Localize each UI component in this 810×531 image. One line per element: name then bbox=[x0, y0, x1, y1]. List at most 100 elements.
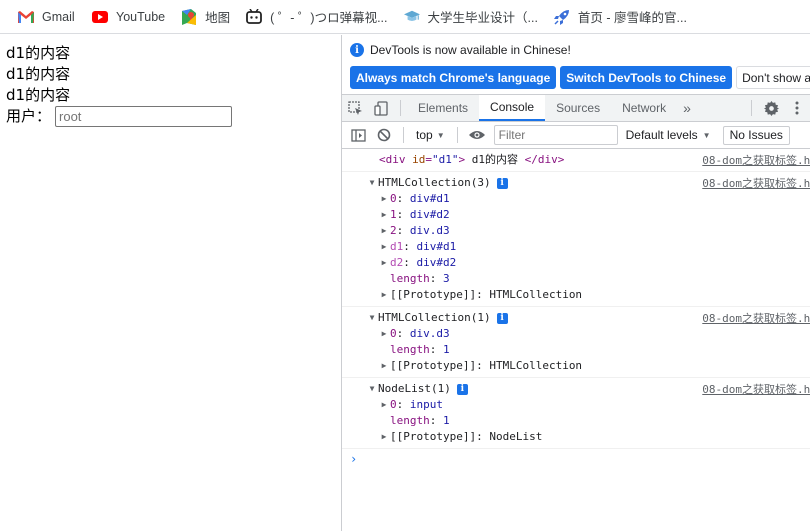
collapsed-triangle-icon: ▶ bbox=[381, 210, 387, 219]
infobar-message: i DevTools is now available in Chinese! bbox=[350, 41, 810, 59]
bookmark-graduation[interactable]: 大学生毕业设计（... bbox=[398, 5, 544, 29]
user-input[interactable] bbox=[55, 106, 233, 127]
colon: : bbox=[403, 240, 417, 253]
property-key: 0 bbox=[390, 327, 397, 340]
console-message: ▼ HTMLCollection(1) i ▶ 0: div.d3 length: 1… bbox=[342, 307, 810, 378]
clear-console-icon[interactable] bbox=[371, 122, 397, 148]
maps-icon bbox=[181, 8, 197, 25]
collapsed-triangle-icon: ▶ bbox=[381, 400, 387, 409]
kebab-menu-icon[interactable] bbox=[784, 95, 810, 121]
filter-input[interactable] bbox=[493, 125, 618, 145]
colon: : bbox=[403, 256, 417, 269]
property-key: 0 bbox=[390, 398, 397, 411]
bookmark-maps[interactable]: 地图 bbox=[175, 5, 236, 29]
colon: : bbox=[396, 208, 410, 221]
object-type: HTMLCollection(3) bbox=[378, 176, 491, 189]
property-key: [[Prototype]] bbox=[390, 430, 477, 443]
graduation-icon bbox=[403, 9, 420, 25]
log-levels-dropdown[interactable]: Default levels ▼ bbox=[626, 128, 711, 142]
youtube-icon bbox=[92, 9, 108, 25]
always-match-language-button[interactable]: Always match Chrome's language bbox=[350, 66, 557, 89]
bookmark-label: YouTube bbox=[116, 9, 166, 24]
object-property[interactable]: ▶ d1: div#d1 bbox=[366, 239, 810, 255]
devtools-tabbar: Elements Console Sources Network » bbox=[342, 95, 810, 122]
gmail-icon bbox=[18, 9, 34, 25]
object-prototype[interactable]: ▶ [[Prototype]]: NodeList bbox=[366, 429, 810, 445]
bookmark-bilibili[interactable]: ( ゜- ゜)つロ弹幕视... bbox=[240, 5, 393, 29]
property-value: div#d1 bbox=[416, 240, 457, 253]
property-key: 0 bbox=[390, 192, 397, 205]
property-value: HTMLCollection bbox=[489, 359, 583, 372]
more-tabs-icon[interactable]: » bbox=[677, 100, 697, 116]
source-link[interactable]: 08-dom之获取标签.html:49 bbox=[702, 381, 810, 397]
log-levels-label: Default levels bbox=[625, 128, 698, 142]
attr-value: "d1" bbox=[432, 153, 459, 166]
prompt-chevron-icon: › bbox=[350, 452, 358, 466]
expanded-triangle-icon: ▼ bbox=[369, 384, 375, 393]
toolbar-divider bbox=[751, 100, 752, 116]
rocket-icon bbox=[553, 9, 570, 25]
object-property[interactable]: ▶ 0: div#d1 bbox=[366, 191, 810, 207]
source-link[interactable]: 08-dom之获取标签.html:41 bbox=[702, 175, 810, 191]
object-property[interactable]: ▶ 0: div.d3 bbox=[366, 326, 810, 342]
div-d3-text: d1的内容 bbox=[6, 86, 71, 104]
bookmarks-bar: Gmail YouTube 地图 ( ゜- ゜)つロ弹幕视... 大学生毕业设计… bbox=[0, 0, 810, 34]
switch-to-chinese-button[interactable]: Switch DevTools to Chinese bbox=[560, 66, 733, 89]
object-property[interactable]: ▶ 1: div#d2 bbox=[366, 207, 810, 223]
toolbar-divider bbox=[456, 127, 458, 143]
console-prompt[interactable]: › bbox=[342, 449, 810, 469]
toolbar-divider bbox=[400, 100, 401, 116]
info-icon: i bbox=[456, 383, 468, 395]
colon: : bbox=[429, 343, 443, 356]
show-sidebar-icon[interactable] bbox=[345, 122, 371, 148]
devtools-infobar: i DevTools is now available in Chinese! … bbox=[342, 35, 810, 95]
bilibili-icon bbox=[246, 9, 263, 25]
object-property[interactable]: ▶ d2: div#d2 bbox=[366, 255, 810, 271]
object-prototype[interactable]: ▶ [[Prototype]]: HTMLCollection bbox=[366, 287, 810, 303]
object-property[interactable]: ▶ 2: div.d3 bbox=[366, 223, 810, 239]
tab-network[interactable]: Network bbox=[611, 95, 677, 121]
colon: : bbox=[429, 272, 443, 285]
bookmark-liaoxuefeng[interactable]: 首页 - 廖雪峰的官... bbox=[548, 5, 693, 29]
bookmark-label: ( ゜- ゜)つロ弹幕视... bbox=[270, 11, 388, 25]
property-key: length bbox=[390, 414, 430, 427]
bookmark-label: Gmail bbox=[42, 9, 75, 24]
object-length: length: 3 bbox=[366, 271, 810, 287]
property-value: div.d3 bbox=[409, 224, 450, 237]
context-selector[interactable]: top ▼ bbox=[410, 128, 451, 142]
source-link[interactable]: 08-dom之获取标签.html:45 bbox=[702, 310, 810, 326]
property-value: div#d1 bbox=[409, 192, 450, 205]
caret-down-icon: ▼ bbox=[436, 130, 445, 140]
tab-console[interactable]: Console bbox=[479, 95, 546, 121]
bookmark-youtube[interactable]: YouTube bbox=[86, 5, 171, 29]
object-property[interactable]: ▶ 0: input bbox=[366, 397, 810, 413]
inspect-element-icon[interactable] bbox=[342, 95, 368, 121]
tag-end: </div> bbox=[524, 153, 565, 166]
colon: : bbox=[476, 430, 490, 443]
property-key: [[Prototype]] bbox=[390, 288, 477, 301]
property-value: input bbox=[409, 398, 443, 411]
colon: : bbox=[476, 288, 490, 301]
bookmark-gmail[interactable]: Gmail bbox=[12, 5, 82, 29]
collapsed-triangle-icon: ▶ bbox=[381, 329, 387, 338]
caret-down-icon: ▼ bbox=[702, 130, 711, 140]
tab-sources[interactable]: Sources bbox=[545, 95, 611, 121]
property-key: length bbox=[390, 343, 430, 356]
colon: : bbox=[396, 327, 410, 340]
colon: : bbox=[476, 359, 490, 372]
device-toolbar-icon[interactable] bbox=[368, 95, 394, 121]
dont-show-again-button[interactable]: Don't show again bbox=[736, 66, 810, 89]
info-icon: i bbox=[350, 43, 364, 57]
attr-equals: = bbox=[425, 153, 432, 166]
object-length: length: 1 bbox=[366, 342, 810, 358]
issues-button[interactable]: No Issues bbox=[722, 125, 790, 145]
object-type: HTMLCollection(1) bbox=[378, 311, 491, 324]
eye-icon[interactable] bbox=[464, 122, 490, 148]
tag-open: <div bbox=[379, 153, 406, 166]
toolbar-divider bbox=[403, 127, 404, 143]
infobar-buttons: Always match Chrome's language Switch De… bbox=[350, 66, 810, 89]
source-link[interactable]: 08-dom之获取标签.html:37 bbox=[702, 152, 810, 168]
tab-elements[interactable]: Elements bbox=[407, 95, 479, 121]
gear-icon[interactable] bbox=[758, 95, 784, 121]
object-prototype[interactable]: ▶ [[Prototype]]: HTMLCollection bbox=[366, 358, 810, 374]
